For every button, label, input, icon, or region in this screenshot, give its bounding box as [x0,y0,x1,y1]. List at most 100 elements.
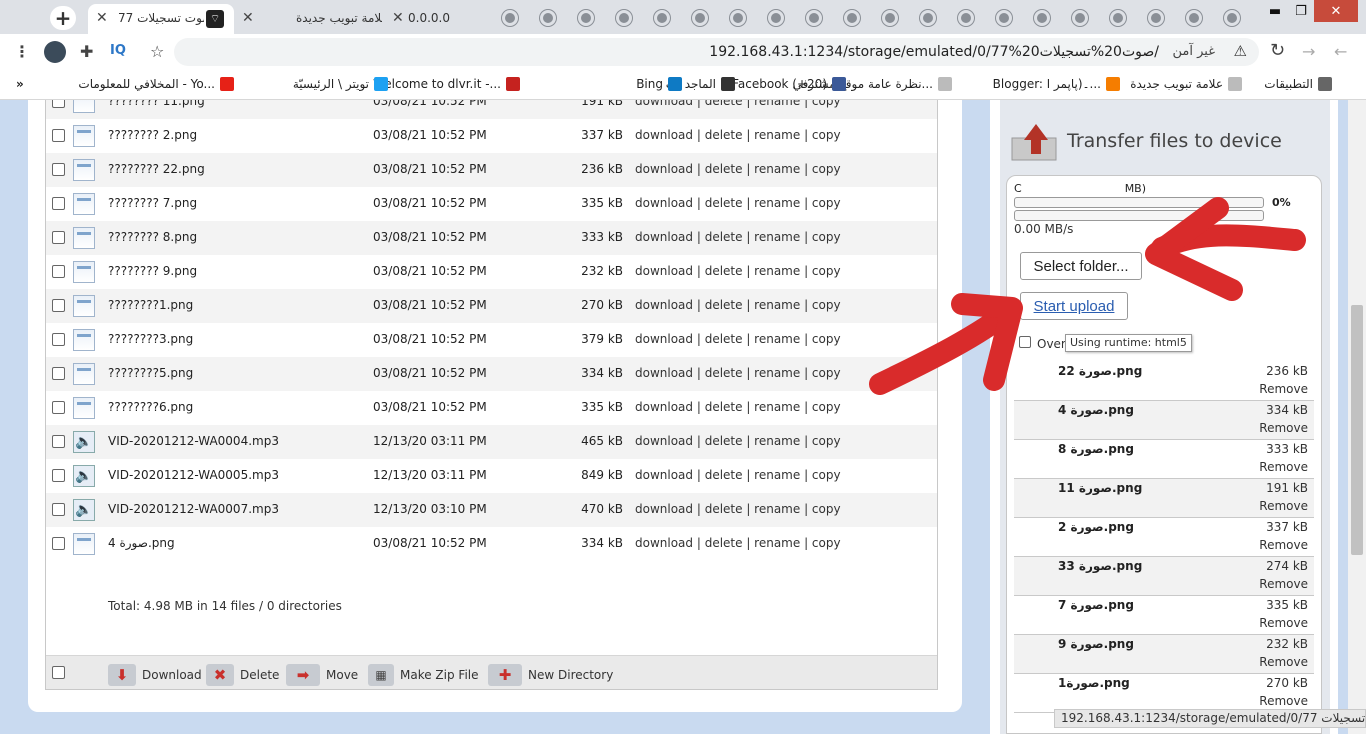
row-checkbox[interactable] [52,129,65,142]
close-tab-icon[interactable]: ✕ [242,10,254,26]
queue-remove-link[interactable]: Remove [1259,421,1308,435]
pinned-tab-icon[interactable] [806,10,822,26]
back-icon[interactable]: ← [1334,42,1347,61]
tab-active[interactable]: ✕ 77 صوت تسجيلات ⌔ [88,4,234,34]
row-checkbox[interactable] [52,469,65,482]
pinned-tab-icon[interactable] [692,10,708,26]
bookmarks-overflow-icon[interactable]: » [16,77,24,91]
profile-avatar[interactable] [44,41,66,63]
row-checkbox[interactable] [52,503,65,516]
bookmark-item[interactable]: Bing [636,77,682,91]
extensions-icon[interactable]: ✚ [80,42,93,61]
pinned-tab-icon[interactable] [768,10,784,26]
pinned-tab-icon[interactable] [540,10,556,26]
file-actions[interactable]: download | delete | rename | copy [635,162,841,176]
queue-remove-link[interactable]: Remove [1259,460,1308,474]
row-checkbox[interactable] [52,197,65,210]
queue-remove-link[interactable]: Remove [1259,538,1308,552]
select-all-checkbox[interactable] [52,666,65,679]
omnibox[interactable]: 192.168.43.1:1234/storage/emulated/0/77%… [174,38,1259,66]
pinned-tab-icon[interactable] [958,10,974,26]
bookmark-item[interactable]: Facebook (+20) [732,77,846,91]
pinned-tab-icon[interactable] [578,10,594,26]
row-checkbox[interactable] [52,231,65,244]
close-tab-icon[interactable]: ✕ [96,10,108,26]
bookmark-item[interactable]: المخلافي للمعلومات - Yo... [78,77,234,91]
queue-remove-link[interactable]: Remove [1259,382,1308,396]
file-actions[interactable]: download | delete | rename | copy [635,366,841,380]
not-secure-label: غير آمن [1172,44,1216,59]
pinned-tab-icon[interactable] [730,10,746,26]
pinned-tab-icon[interactable] [920,10,936,26]
new-directory-button[interactable]: ✚ New Directory [488,664,613,686]
bookmark-item[interactable]: Blogger: ۔(ﭘﺎﭘﻤﺮ ﺍ... [993,77,1120,91]
reload-icon[interactable]: ↻ [1270,40,1285,61]
move-icon: ➡ [286,664,320,686]
restore-icon[interactable]: ❐ [1288,0,1314,22]
file-actions[interactable]: download | delete | rename | copy [635,230,841,244]
file-actions[interactable]: download | delete | rename | copy [635,100,841,108]
pinned-tab-icon[interactable] [882,10,898,26]
warning-icon[interactable]: ⚠ [1234,42,1247,60]
queue-remove-link[interactable]: Remove [1259,694,1308,708]
row-checkbox[interactable] [52,367,65,380]
row-checkbox[interactable] [52,435,65,448]
select-folder-button[interactable]: Select folder... [1020,252,1142,280]
bookmark-item[interactable]: تويتر \ الرئيسيّة [293,77,388,91]
file-actions[interactable]: download | delete | rename | copy [635,264,841,278]
forward-icon[interactable]: → [1302,42,1315,61]
pinned-tab-icon[interactable] [1034,10,1050,26]
tab-ip[interactable]: ✕ 0.0.0.0 [386,4,486,34]
move-button[interactable]: ➡ Move [286,664,358,686]
queue-remove-link[interactable]: Remove [1259,577,1308,591]
file-actions[interactable]: download | delete | rename | copy [635,332,841,346]
pinned-tab-icon[interactable] [502,10,518,26]
image-file-icon [73,363,95,385]
row-checkbox[interactable] [52,265,65,278]
file-actions[interactable]: download | delete | rename | copy [635,400,841,414]
make-zip-button[interactable]: ▦ Make Zip File [368,664,479,686]
bookmark-item[interactable]: التطبيقات [1264,77,1332,91]
file-actions[interactable]: download | delete | rename | copy [635,536,841,550]
scrollbar-thumb[interactable] [1351,305,1363,555]
row-checkbox[interactable] [52,333,65,346]
start-upload-button[interactable]: Start upload [1020,292,1128,320]
pinned-tab-icon[interactable] [1110,10,1126,26]
delete-button[interactable]: ✖ Delete [206,664,279,686]
pinned-tab-icon[interactable] [1224,10,1240,26]
queue-remove-link[interactable]: Remove [1259,616,1308,630]
file-actions[interactable]: download | delete | rename | copy [635,128,841,142]
queue-remove-link[interactable]: Remove [1259,655,1308,669]
tab-new[interactable]: ✕ علامة تبويب جديدة [236,4,384,34]
overwrite-checkbox[interactable] [1019,336,1031,348]
file-actions[interactable]: download | delete | rename | copy [635,502,841,516]
bookmark-star-icon[interactable]: ☆ [150,42,164,61]
new-tab-button[interactable]: + [50,6,76,30]
pinned-tab-icon[interactable] [1186,10,1202,26]
close-tab-icon[interactable]: ✕ [392,10,404,26]
close-window-icon[interactable]: ✕ [1314,0,1358,22]
pinned-tab-icon[interactable] [844,10,860,26]
row-checkbox[interactable] [52,299,65,312]
row-checkbox[interactable] [52,163,65,176]
pinned-tab-icon[interactable] [616,10,632,26]
pinned-tab-icon[interactable] [1148,10,1164,26]
bookmark-item[interactable]: علامة تبويب جديدة [1130,77,1242,91]
queue-remove-link[interactable]: Remove [1259,499,1308,513]
file-actions[interactable]: download | delete | rename | copy [635,196,841,210]
menu-icon[interactable]: ⋮ [14,42,30,61]
pinned-tab-icon[interactable] [1072,10,1088,26]
file-actions[interactable]: download | delete | rename | copy [635,298,841,312]
row-checkbox[interactable] [52,100,65,108]
minimize-icon[interactable]: ▬ [1262,0,1288,22]
download-button[interactable]: ⬇ Download [108,664,202,686]
file-actions[interactable]: download | delete | rename | copy [635,468,841,482]
row-checkbox[interactable] [52,401,65,414]
pinned-tab-icon[interactable] [654,10,670,26]
row-checkbox[interactable] [52,537,65,550]
status-url-bubble: 192.168.43.1:1234/storage/emulated/0/77 … [1054,709,1366,728]
file-actions[interactable]: download | delete | rename | copy [635,434,841,448]
pinned-tab-icon[interactable] [996,10,1012,26]
extension-iq[interactable]: IQ [110,43,126,58]
bookmark-item[interactable]: Welcome to dlvr.it -... [373,77,520,91]
